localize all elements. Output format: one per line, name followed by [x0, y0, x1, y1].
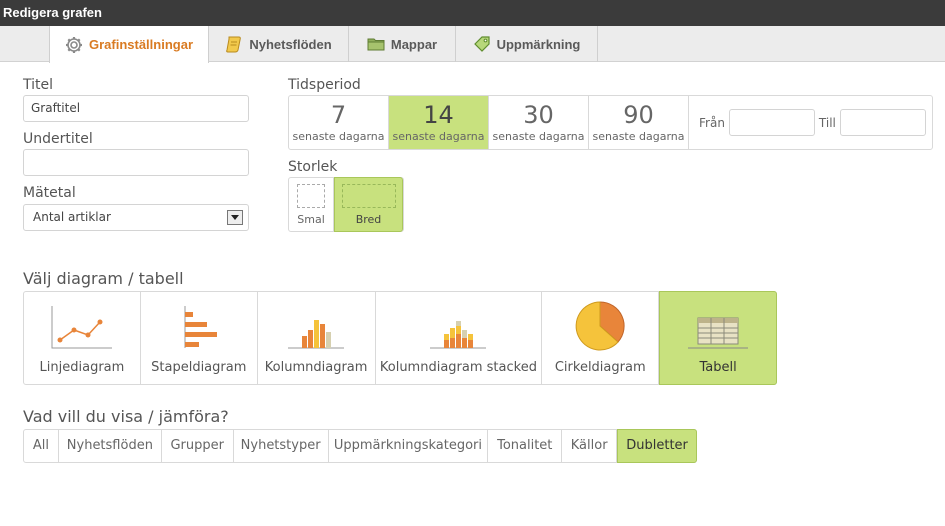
stacked-column-chart-icon: [430, 321, 487, 349]
compare-option-markup-category[interactable]: Uppmärkningskategori: [329, 430, 489, 462]
folder-icon: [367, 35, 385, 53]
chart-option-label: Linjediagram: [39, 360, 125, 375]
size-option-wide[interactable]: Bred: [334, 177, 403, 232]
chart-option-label: Tabell: [699, 360, 737, 375]
title-label: Titel: [23, 77, 54, 93]
tag-icon: [473, 35, 491, 53]
metric-select[interactable]: Antal artiklar: [23, 204, 249, 231]
tab-graph-settings[interactable]: Grafinställningar: [49, 26, 209, 63]
chart-option-label: Kolumndiagram stacked: [379, 360, 537, 375]
tab-folders[interactable]: Mappar: [349, 26, 456, 62]
period-selector: 7 senaste dagarna 14 senaste dagarna 30 …: [288, 95, 933, 150]
compare-selector: All Nyhetsflöden Grupper Nyhetstyper Upp…: [23, 429, 697, 463]
tab-label: Grafinställningar: [88, 37, 194, 52]
chevron-down-icon[interactable]: [227, 210, 243, 225]
column-chart-icon: [288, 320, 345, 349]
to-date-input[interactable]: [839, 109, 926, 136]
period-number: 90: [623, 101, 654, 129]
tab-label: Mappar: [390, 36, 438, 52]
compare-option-all[interactable]: All: [24, 430, 59, 462]
chart-option-bar[interactable]: Stapeldiagram: [141, 292, 258, 384]
small-size-icon: [297, 184, 325, 208]
size-wide-label: Bred: [355, 213, 382, 226]
period-number: 30: [523, 101, 554, 129]
gear-icon: [65, 36, 83, 54]
tab-label: Nyhetsflöden: [249, 36, 332, 52]
period-option-90[interactable]: 90 senaste dagarna: [589, 96, 689, 149]
tab-bar: Grafinställningar Nyhetsflöden Mappar Up…: [0, 26, 945, 63]
tab-newsfeeds[interactable]: Nyhetsflöden: [209, 26, 349, 62]
line-chart-icon: [51, 306, 112, 349]
chart-select-title: Välj diagram / tabell: [23, 269, 184, 288]
metric-select-value: Antal artiklar: [33, 210, 111, 224]
from-date-input[interactable]: [728, 109, 815, 136]
period-number: 14: [423, 101, 454, 129]
size-small-label: Smal: [297, 213, 325, 226]
title-input[interactable]: Graftitel: [23, 95, 249, 122]
chart-option-table[interactable]: Tabell: [659, 291, 777, 385]
period-sub: senaste dagarna: [392, 130, 485, 143]
chart-option-label: Kolumndiagram: [264, 360, 368, 375]
tab-markup[interactable]: Uppmärkning: [456, 26, 598, 62]
compare-option-sources[interactable]: Källor: [562, 430, 618, 462]
bar-chart-icon: [184, 306, 217, 348]
compare-option-news-types[interactable]: Nyhetstyper: [234, 430, 329, 462]
chart-option-stacked-column[interactable]: Kolumndiagram stacked: [376, 292, 543, 384]
window-title: Redigera grafen: [0, 0, 945, 26]
to-label: Till: [818, 115, 836, 130]
chart-option-line[interactable]: Linjediagram: [24, 292, 141, 384]
period-option-7[interactable]: 7 senaste dagarna: [289, 96, 389, 149]
size-label: Storlek: [288, 159, 338, 175]
chart-option-pie[interactable]: Cirkeldiagram: [542, 292, 660, 384]
period-option-14[interactable]: 14 senaste dagarna: [389, 96, 489, 149]
period-number: 7: [330, 101, 347, 129]
chart-option-label: Stapeldiagram: [151, 360, 247, 375]
period-sub: senaste dagarna: [292, 130, 385, 143]
pie-chart-icon: [575, 301, 625, 351]
scroll-icon: [225, 35, 243, 53]
from-label: Från: [699, 115, 725, 130]
compare-title: Vad vill du visa / jämföra?: [23, 407, 229, 426]
subtitle-label: Undertitel: [23, 131, 93, 147]
period-sub: senaste dagarna: [592, 130, 685, 143]
compare-option-tonality[interactable]: Tonalitet: [488, 430, 563, 462]
chart-type-selector: Linjediagram Stapeldiagram Kolumndiagram: [23, 291, 777, 385]
tab-label: Uppmärkning: [496, 36, 581, 52]
chart-option-column[interactable]: Kolumndiagram: [258, 292, 376, 384]
period-option-30[interactable]: 30 senaste dagarna: [489, 96, 589, 149]
period-label: Tidsperiod: [288, 77, 361, 93]
chart-option-label: Cirkeldiagram: [554, 360, 646, 375]
table-icon: [688, 317, 749, 349]
compare-option-duplicates[interactable]: Dubletter: [617, 429, 697, 463]
date-range: Från Till: [689, 96, 932, 149]
size-selector: Smal Bred: [288, 177, 404, 232]
period-sub: senaste dagarna: [492, 130, 585, 143]
metric-label: Mätetal: [23, 185, 76, 201]
compare-option-newsfeeds[interactable]: Nyhetsflöden: [59, 430, 162, 462]
wide-size-icon: [341, 184, 396, 208]
subtitle-input[interactable]: [23, 149, 249, 176]
compare-option-groups[interactable]: Grupper: [162, 430, 234, 462]
size-option-small[interactable]: Smal: [289, 178, 334, 231]
